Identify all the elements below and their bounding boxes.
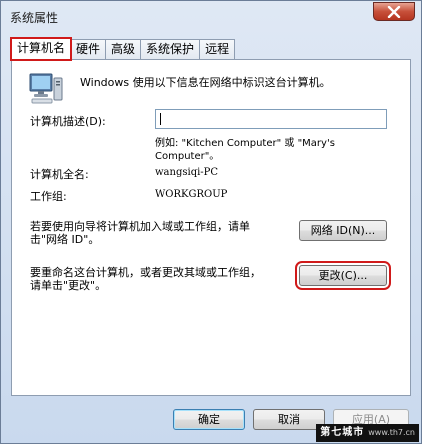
- computer-name-panel: Windows 使用以下信息在网络中标识这台计算机。 计算机描述(D): 例如:…: [11, 59, 411, 396]
- text-caret: [160, 113, 161, 125]
- intro-text: Windows 使用以下信息在网络中标识这台计算机。: [80, 76, 331, 89]
- network-id-text-line-1: 若要使用向导将计算机加入域或工作组，请单: [30, 220, 250, 233]
- example-line-1: 例如: "Kitchen Computer" 或 "Mary's: [155, 138, 335, 149]
- example-text: 例如: "Kitchen Computer" 或 "Mary's Compute…: [155, 137, 395, 163]
- rename-text: 要重命名这台计算机，或者更改其域或工作组， 请单击"更改"。: [30, 266, 300, 292]
- example-line-2: Computer"。: [155, 151, 220, 162]
- tab-hardware[interactable]: 硬件: [70, 39, 107, 60]
- tab-system-protection[interactable]: 系统保护: [140, 39, 201, 60]
- watermark-site: www.th7.cn: [368, 428, 415, 437]
- watermark-logo: 第七城市 www.th7.cn: [316, 424, 419, 442]
- rename-text-line-1: 要重命名这台计算机，或者更改其域或工作组，: [30, 266, 261, 279]
- workgroup-label: 工作组:: [30, 190, 67, 203]
- watermark-brand: 第七城市: [320, 427, 365, 438]
- tab-remote[interactable]: 远程: [199, 39, 236, 60]
- network-id-text-line-2: 击"网络 ID"。: [30, 233, 100, 246]
- computer-icon: [29, 73, 63, 104]
- title-bar[interactable]: 系统属性: [1, 1, 421, 31]
- network-id-button[interactable]: 网络 ID(N)...: [299, 220, 387, 241]
- close-icon: [387, 5, 401, 18]
- tab-advanced[interactable]: 高级: [105, 39, 142, 60]
- close-button[interactable]: [373, 2, 415, 21]
- workgroup-value: WORKGROUP: [155, 189, 228, 200]
- cancel-button[interactable]: 取消: [253, 409, 325, 430]
- ok-button[interactable]: 确定: [173, 409, 245, 430]
- full-name-label: 计算机全名:: [30, 168, 89, 181]
- description-input[interactable]: [155, 109, 387, 129]
- rename-text-line-2: 请单击"更改"。: [30, 279, 107, 292]
- full-name-value: wangsiqi-PC: [155, 167, 219, 178]
- tab-computer-name[interactable]: 计算机名: [9, 37, 73, 61]
- description-label: 计算机描述(D):: [30, 115, 106, 128]
- change-button[interactable]: 更改(C)...: [295, 261, 391, 290]
- tab-strip: 计算机名 硬件 高级 系统保护 远程: [9, 37, 236, 61]
- network-id-text: 若要使用向导将计算机加入域或工作组，请单 击"网络 ID"。: [30, 220, 300, 246]
- window-title: 系统属性: [10, 11, 59, 25]
- system-properties-window: 系统属性 计算机名 硬件 高级 系统保护 远程 Windows 使用以下信息在网…: [0, 0, 422, 444]
